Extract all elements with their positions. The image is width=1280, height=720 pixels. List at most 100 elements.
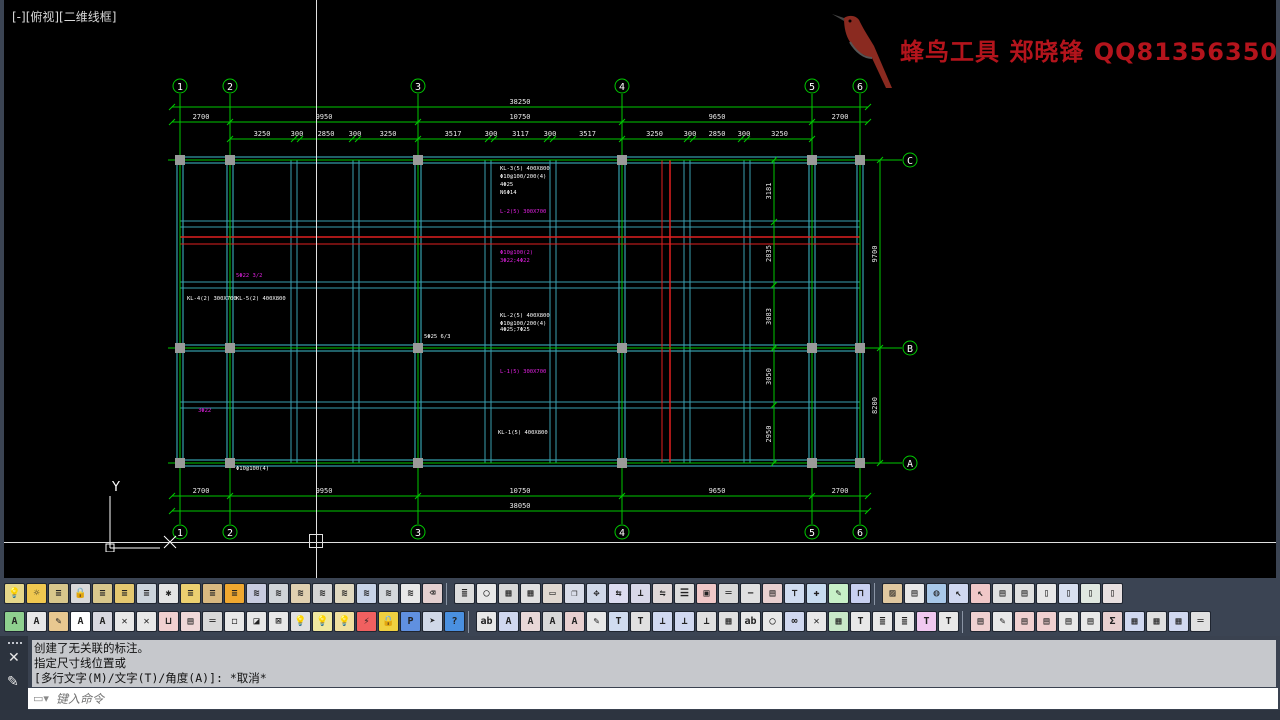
list-icon[interactable]: ≣ [894, 611, 915, 632]
hline-icon[interactable]: ═ [202, 611, 223, 632]
lines-icon[interactable]: ☰ [674, 583, 695, 604]
file-icon[interactable]: ▯ [1058, 583, 1079, 604]
rect-icon[interactable]: ◪ [246, 611, 267, 632]
box-icon[interactable]: ⊔ [158, 611, 179, 632]
frame-icon[interactable]: ▣ [696, 583, 717, 604]
circle-icon[interactable]: ◯ [762, 611, 783, 632]
doc-icon[interactable]: ▤ [970, 611, 991, 632]
command-input[interactable] [54, 688, 1158, 709]
layers-icon[interactable]: ≋ [378, 583, 399, 604]
layer-icon[interactable]: ≡ [180, 583, 201, 604]
text-icon[interactable]: A [564, 611, 585, 632]
rect-icon[interactable]: ◻ [224, 611, 245, 632]
text-icon[interactable]: A [520, 611, 541, 632]
lock-icon[interactable]: 🔒 [378, 611, 399, 632]
lamp-icon[interactable]: 💡 [4, 583, 25, 604]
layers-icon[interactable]: ≋ [246, 583, 267, 604]
text-icon[interactable]: T [938, 611, 959, 632]
bulb-icon[interactable]: 💡 [312, 611, 333, 632]
grid-icon[interactable]: ▦ [1168, 611, 1189, 632]
globe-icon[interactable]: ◍ [926, 583, 947, 604]
text-icon[interactable]: T [850, 611, 871, 632]
hline-icon[interactable]: ═ [718, 583, 739, 604]
vbar-icon[interactable]: ⊥ [652, 611, 673, 632]
cross-icon[interactable]: ✕ [114, 611, 135, 632]
layers-icon[interactable]: ≋ [268, 583, 289, 604]
layers-icon[interactable]: ≋ [400, 583, 421, 604]
doc-icon[interactable]: ▤ [1080, 611, 1101, 632]
close-icon[interactable]: ✕ [8, 650, 20, 666]
move-icon[interactable]: ✥ [586, 583, 607, 604]
cross-icon[interactable]: ⊠ [268, 611, 289, 632]
wrench-icon[interactable]: ✎ [7, 674, 19, 690]
vbar-icon[interactable]: ⊥ [674, 611, 695, 632]
sun-icon[interactable]: ☼ [26, 583, 47, 604]
bolt-icon[interactable]: ⚡ [356, 611, 377, 632]
file-icon[interactable]: ▯ [1080, 583, 1101, 604]
cursor-icon[interactable]: ➤ [422, 611, 443, 632]
help-icon[interactable]: ? [444, 611, 465, 632]
pen-icon[interactable]: ✎ [992, 611, 1013, 632]
doc-icon[interactable]: ▤ [1036, 611, 1057, 632]
layer-icon[interactable]: ≡ [114, 583, 135, 604]
grid-icon[interactable]: ▦ [828, 611, 849, 632]
list-icon[interactable]: ≣ [872, 611, 893, 632]
node-icon[interactable]: ✚ [806, 583, 827, 604]
text-icon[interactable]: A [498, 611, 519, 632]
lock-icon[interactable]: 🔒 [70, 583, 91, 604]
grid-icon[interactable]: ▦ [1124, 611, 1145, 632]
text-icon[interactable]: A [542, 611, 563, 632]
copy-icon[interactable]: ❐ [564, 583, 585, 604]
doc-icon[interactable]: ▤ [1014, 611, 1035, 632]
link-icon[interactable]: ⊓ [850, 583, 871, 604]
grid-icon[interactable]: ▦ [718, 611, 739, 632]
layers-icon[interactable]: ≋ [334, 583, 355, 604]
table-icon[interactable]: ▤ [762, 583, 783, 604]
layers-icon[interactable]: ≋ [356, 583, 377, 604]
cross-icon[interactable]: ✕ [806, 611, 827, 632]
arrow-icon[interactable]: ⇆ [608, 583, 629, 604]
hline-icon[interactable]: ═ [1190, 611, 1211, 632]
pen-icon[interactable]: ✎ [586, 611, 607, 632]
grid-icon[interactable]: ▦ [1146, 611, 1167, 632]
grid-icon[interactable]: ▦ [498, 583, 519, 604]
cross-icon[interactable]: ✕ [136, 611, 157, 632]
pdf-icon[interactable]: P [400, 611, 421, 632]
file-icon[interactable]: ▯ [1102, 583, 1123, 604]
layer-icon[interactable]: ≡ [224, 583, 245, 604]
text-icon[interactable]: A [92, 611, 113, 632]
layers-icon[interactable]: ≋ [290, 583, 311, 604]
text-icon[interactable]: A [26, 611, 47, 632]
cursor-icon[interactable]: ↖ [948, 583, 969, 604]
grid-icon[interactable]: ▦ [520, 583, 541, 604]
list-icon[interactable]: ≣ [454, 583, 475, 604]
axis-icon[interactable]: ⊤ [784, 583, 805, 604]
vbar-icon[interactable]: ⊥ [696, 611, 717, 632]
bulb-icon[interactable]: 💡 [334, 611, 355, 632]
file-icon[interactable]: ▯ [1036, 583, 1057, 604]
minus-icon[interactable]: − [740, 583, 761, 604]
doc-icon[interactable]: ▤ [904, 583, 925, 604]
snow-icon[interactable]: ✱ [158, 583, 179, 604]
doc-icon[interactable]: ▤ [1014, 583, 1035, 604]
eraser-icon[interactable]: ⌫ [422, 583, 443, 604]
drawing-canvas[interactable]: [-][俯视][二维线框] 蜂鸟工具 郑晓锋 QQ81356350 112233… [0, 0, 1280, 578]
abc-icon[interactable]: ab [476, 611, 497, 632]
doc-icon[interactable]: ▤ [1058, 611, 1079, 632]
align-icon[interactable]: ⊥ [630, 583, 651, 604]
layer-icon[interactable]: ≡ [48, 583, 69, 604]
doc-icon[interactable]: ▤ [992, 583, 1013, 604]
flip-icon[interactable]: ⇋ [652, 583, 673, 604]
layer-icon[interactable]: ≡ [92, 583, 113, 604]
text-icon[interactable]: T [630, 611, 651, 632]
layer-icon[interactable]: ≡ [136, 583, 157, 604]
command-prompt-icon[interactable]: ▭▾ [28, 692, 54, 705]
text-icon[interactable]: A [4, 611, 25, 632]
bulb-icon[interactable]: 💡 [290, 611, 311, 632]
doc-icon[interactable]: ▤ [180, 611, 201, 632]
sigma-icon[interactable]: Σ [1102, 611, 1123, 632]
link-icon[interactable]: ∞ [784, 611, 805, 632]
command-panel-handle[interactable]: ✕ ✎ [0, 636, 28, 710]
abc-icon[interactable]: ab [740, 611, 761, 632]
pen-icon[interactable]: ✎ [828, 583, 849, 604]
